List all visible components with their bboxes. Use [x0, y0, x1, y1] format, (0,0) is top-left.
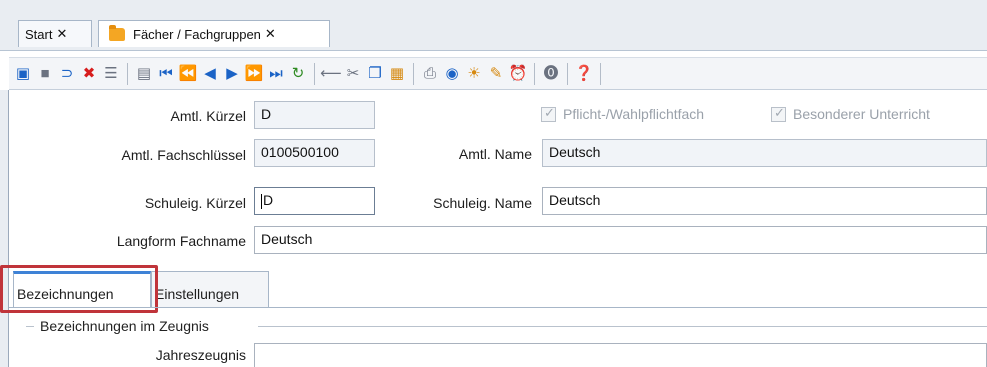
besonderer-label: Besonderer Unterricht [793, 106, 930, 122]
prev-page-icon[interactable]: ⏪ [178, 64, 198, 84]
next-icon[interactable]: ▶ [222, 64, 242, 84]
toolbar-separator [600, 62, 601, 85]
idea-icon[interactable]: ☀ [464, 64, 484, 84]
left-border [0, 90, 9, 367]
amtl-name-field[interactable]: Deutsch [542, 139, 987, 167]
new-icon[interactable]: ▣ [13, 64, 33, 84]
cut-icon[interactable]: ✂ [343, 64, 363, 84]
list-icon[interactable]: ☰ [101, 64, 121, 84]
schuleig-name-field[interactable]: Deutsch [542, 187, 987, 215]
amtl-fachschluessel-label: Amtl. Fachschlüssel [121, 147, 246, 163]
amtl-name-label: Amtl. Name [458, 146, 532, 162]
tab-faecher-label: Fächer / Fachgruppen [133, 26, 261, 42]
tab-start[interactable]: Start ✕ [18, 20, 92, 47]
besonderer-checkbox[interactable]: Besonderer Unterricht [771, 105, 930, 122]
tab-faecher[interactable]: Fächer / Fachgruppen ✕ [98, 20, 330, 47]
info-icon[interactable]: ⓿ [541, 64, 561, 84]
tab-bezeichnungen[interactable]: Bezeichnungen [13, 271, 151, 307]
amtl-fachschluessel-field[interactable]: 0100500100 [254, 139, 375, 167]
amtl-kuerzel-field[interactable]: D [254, 101, 375, 129]
next-page-icon[interactable]: ⏩ [244, 64, 264, 84]
schuleig-kuerzel-value: D [263, 192, 274, 208]
preview-icon[interactable]: ◉ [442, 64, 462, 84]
schuleig-name-label: Schuleig. Name [433, 195, 532, 211]
document-tabstrip: Start ✕ Fächer / Fachgruppen ✕ [0, 0, 987, 51]
text-caret [261, 193, 262, 209]
record-toolbar: ▣ ■ ⊃ ✖ ☰ ▤ ⏮ ⏪ ◀ ▶ ⏩ ⏭ ↻ ⟵ ✂ ❐ ▦ ⎙ ◉ ☀ … [9, 57, 987, 90]
schuleig-kuerzel-label: Schuleig. Kürzel [144, 195, 246, 211]
pflicht-label: Pflicht-/Wahlpflichtfach [563, 106, 705, 122]
delete-icon[interactable]: ✖ [79, 64, 99, 84]
last-icon[interactable]: ⏭ [266, 64, 286, 84]
refresh-icon[interactable]: ↻ [288, 64, 308, 84]
tab-einstellungen[interactable]: Einstellungen [151, 271, 269, 307]
jahreszeugnis-label: Jahreszeugnis [155, 347, 246, 363]
help-icon[interactable]: ❓ [574, 64, 594, 84]
tab-start-label: Start [25, 26, 53, 42]
alarm-icon[interactable]: ⏰ [508, 64, 528, 84]
clean-icon[interactable]: ✎ [486, 64, 506, 84]
checkbox-icon [771, 105, 786, 122]
folder-icon [109, 24, 125, 41]
group-divider [258, 326, 987, 327]
toolbar-separator [567, 62, 568, 85]
close-icon[interactable]: ✕ [56, 26, 67, 42]
paste-icon[interactable]: ▦ [387, 64, 407, 84]
toolbar-separator [534, 62, 535, 85]
toolbar-separator [127, 62, 128, 85]
first-icon[interactable]: ⏮ [156, 64, 176, 84]
prev-icon[interactable]: ◀ [200, 64, 220, 84]
group-title: Bezeichnungen im Zeugnis [34, 318, 215, 334]
form-icon[interactable]: ▤ [134, 64, 154, 84]
langform-label: Langform Fachname [116, 233, 246, 249]
copy-icon[interactable]: ❐ [365, 64, 385, 84]
amtl-kuerzel-label: Amtl. Kürzel [170, 108, 246, 124]
close-icon[interactable]: ✕ [265, 26, 276, 42]
save-icon[interactable]: ■ [35, 64, 55, 84]
jahreszeugnis-field[interactable] [254, 343, 987, 367]
toolbar-separator [413, 62, 414, 85]
print-icon[interactable]: ⎙ [420, 64, 440, 84]
checkbox-icon [541, 105, 556, 122]
back-arrow-icon[interactable]: ⟵ [320, 64, 342, 84]
toolbar-separator [314, 62, 315, 85]
schuleig-kuerzel-field[interactable]: D [254, 187, 375, 215]
pflicht-checkbox[interactable]: Pflicht-/Wahlpflichtfach [541, 105, 705, 122]
undo-icon[interactable]: ⊃ [57, 64, 77, 84]
langform-field[interactable]: Deutsch [254, 226, 987, 254]
